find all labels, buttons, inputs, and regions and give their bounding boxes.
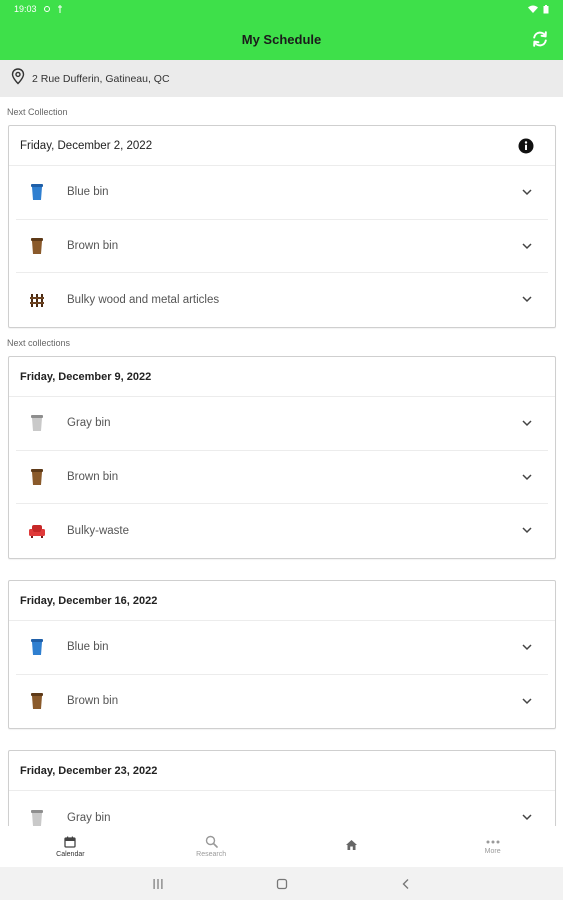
bin-label: Blue bin bbox=[67, 641, 109, 654]
refresh-button[interactable] bbox=[529, 28, 551, 50]
status-bar: 19:03 bbox=[0, 0, 563, 18]
bottom-nav: Calendar Research More bbox=[0, 826, 563, 867]
collection-card: Friday, December 16, 2022 Blue bin Brown… bbox=[8, 580, 556, 729]
bin-row-brown[interactable]: Brown bin bbox=[16, 220, 548, 273]
chevron-down-icon bbox=[522, 420, 532, 427]
bin-label: Bulky wood and metal articles bbox=[67, 293, 220, 306]
next-collections-label: Next collections bbox=[7, 338, 71, 348]
bin-row-brown[interactable]: Brown bin bbox=[16, 675, 548, 729]
wifi-icon bbox=[528, 5, 538, 13]
blue-bin-icon bbox=[27, 182, 47, 202]
next-collection-label: Next Collection bbox=[7, 107, 68, 117]
search-icon bbox=[205, 835, 218, 848]
info-icon[interactable] bbox=[518, 138, 534, 154]
chevron-down-icon bbox=[522, 697, 532, 704]
collection-date: Friday, December 2, 2022 bbox=[20, 139, 153, 152]
collection-date: Friday, December 23, 2022 bbox=[20, 764, 158, 777]
recents-icon bbox=[153, 878, 162, 889]
armchair-icon bbox=[27, 521, 47, 541]
location-pin-icon bbox=[11, 67, 25, 90]
chevron-down-icon bbox=[522, 527, 532, 534]
address-bar[interactable]: 2 Rue Dufferin, Gatineau, QC bbox=[0, 60, 563, 97]
address-text: 2 Rue Dufferin, Gatineau, QC bbox=[32, 72, 170, 85]
nav-calendar[interactable]: Calendar bbox=[0, 826, 141, 867]
nav-home[interactable] bbox=[282, 826, 423, 867]
card-header: Friday, December 23, 2022 bbox=[9, 751, 555, 791]
schedule-content[interactable]: Next Collection Friday, December 2, 2022… bbox=[0, 97, 563, 826]
bin-label: Brown bin bbox=[67, 695, 119, 708]
chevron-down-icon bbox=[522, 473, 532, 480]
bin-row-gray[interactable]: Gray bin bbox=[16, 397, 548, 451]
bin-row-gray[interactable]: Gray bin bbox=[16, 791, 548, 826]
recents-button[interactable] bbox=[96, 878, 220, 890]
brown-bin-icon bbox=[27, 236, 47, 256]
bin-row-bulky-wood-metal[interactable]: Bulky wood and metal articles bbox=[16, 273, 548, 327]
calendar-icon bbox=[64, 836, 77, 848]
chevron-down-icon bbox=[522, 296, 532, 303]
page-title: My Schedule bbox=[241, 31, 322, 47]
chevron-down-icon bbox=[522, 242, 532, 249]
chevron-down-icon bbox=[522, 814, 532, 821]
chevron-down-icon bbox=[522, 189, 532, 196]
more-icon bbox=[486, 840, 500, 843]
notification-icon bbox=[43, 5, 51, 13]
brown-bin-icon bbox=[27, 691, 47, 711]
bin-label: Bulky-waste bbox=[67, 524, 129, 537]
dot-icon bbox=[57, 5, 63, 13]
bin-label: Blue bin bbox=[67, 186, 109, 199]
gray-bin-icon bbox=[27, 413, 47, 433]
card-header: Friday, December 16, 2022 bbox=[9, 581, 555, 621]
brown-bin-icon bbox=[27, 467, 47, 487]
bin-label: Brown bin bbox=[67, 470, 119, 483]
bin-row-brown[interactable]: Brown bin bbox=[16, 451, 548, 504]
gray-bin-icon bbox=[27, 808, 47, 826]
status-time: 19:03 bbox=[14, 4, 37, 14]
bin-label: Gray bin bbox=[67, 417, 111, 430]
nav-label: Calendar bbox=[56, 850, 85, 858]
collection-date: Friday, December 16, 2022 bbox=[20, 594, 158, 607]
collection-date: Friday, December 9, 2022 bbox=[20, 370, 152, 383]
chevron-down-icon bbox=[522, 644, 532, 651]
nav-label: Research bbox=[196, 851, 227, 858]
battery-icon bbox=[543, 4, 549, 14]
card-header: Friday, December 2, 2022 bbox=[9, 126, 555, 166]
wood-fence-icon bbox=[27, 290, 47, 310]
back-button[interactable] bbox=[344, 878, 468, 890]
bin-label: Brown bin bbox=[67, 239, 119, 252]
home-icon bbox=[346, 840, 358, 850]
bin-row-bulky-waste[interactable]: Bulky-waste bbox=[16, 504, 548, 558]
collection-card: Friday, December 23, 2022 Gray bin bbox=[8, 750, 556, 826]
bin-label: Gray bin bbox=[67, 811, 111, 824]
back-chevron-icon bbox=[402, 878, 408, 889]
bin-row-blue[interactable]: Blue bin bbox=[16, 166, 548, 220]
app-bar: My Schedule bbox=[0, 18, 563, 60]
nav-research[interactable]: Research bbox=[141, 826, 282, 867]
collection-card: Friday, December 9, 2022 Gray bin Brown … bbox=[8, 356, 556, 559]
refresh-icon bbox=[533, 31, 547, 47]
system-navigation-bar bbox=[0, 867, 563, 900]
bin-row-blue[interactable]: Blue bin bbox=[16, 621, 548, 675]
blue-bin-icon bbox=[27, 637, 47, 657]
nav-label: More bbox=[484, 847, 501, 855]
nav-more[interactable]: More bbox=[422, 826, 563, 867]
collection-card: Friday, December 2, 2022 Blue bin Brown … bbox=[8, 125, 556, 328]
card-header: Friday, December 9, 2022 bbox=[9, 357, 555, 397]
home-square-icon bbox=[276, 878, 287, 889]
home-system-button[interactable] bbox=[220, 878, 344, 890]
